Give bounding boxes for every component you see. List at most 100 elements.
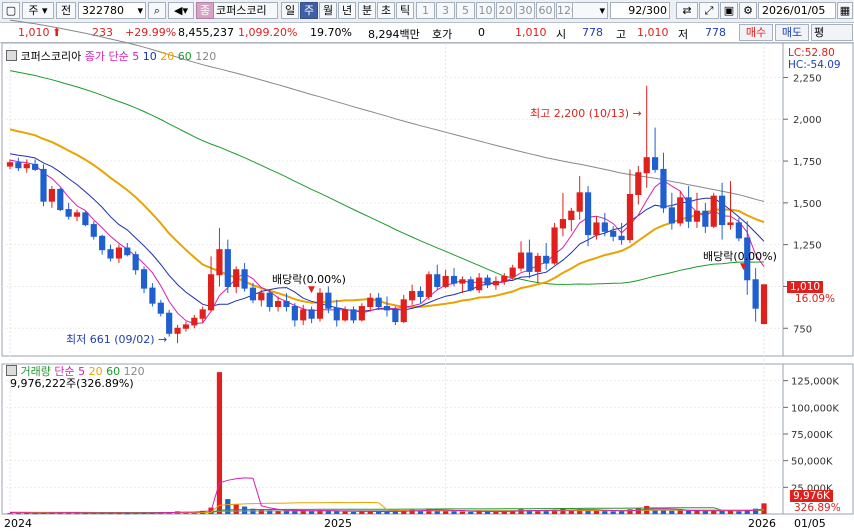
- candle-body: [333, 307, 340, 321]
- volume-bar: [660, 510, 667, 514]
- high-annotation-text: 최고 2,200 (10/13): [530, 107, 630, 120]
- volume-bar: [258, 509, 264, 514]
- price-pane-legend: 코퍼스코리아 종가 단순 5 10 20 60 120: [6, 48, 216, 64]
- candle-body: [325, 292, 332, 309]
- volume-bar: [451, 511, 457, 514]
- candle-body: [99, 235, 106, 251]
- candle: [710, 192, 717, 228]
- candle-body: [651, 157, 659, 170]
- x-label-2026: 2026: [748, 517, 776, 530]
- candle-body: [442, 275, 449, 287]
- candle: [40, 164, 47, 207]
- current-price-tag: 1,010: [787, 281, 824, 293]
- candle: [425, 271, 432, 300]
- candle-body: [300, 309, 307, 321]
- candle-body: [157, 302, 164, 314]
- volume-bar: [719, 510, 725, 514]
- volume-bar: [702, 511, 708, 514]
- candle-body: [140, 269, 148, 289]
- candle-body: [40, 168, 47, 202]
- candle-body: [207, 274, 215, 311]
- candle-body: [501, 275, 508, 282]
- candle-body: [149, 287, 156, 304]
- volume-bar: [342, 511, 348, 514]
- candle: [82, 211, 89, 227]
- candle-body: [450, 275, 458, 284]
- price-tick-label: 750: [793, 324, 812, 335]
- candle-body: [509, 267, 516, 277]
- volume-bar: [736, 511, 742, 514]
- x-label-2025: 2025: [324, 517, 352, 530]
- volume-bar: [543, 511, 549, 514]
- candle-body: [702, 210, 709, 227]
- volume-bar: [334, 511, 340, 514]
- candle-body: [132, 254, 139, 271]
- candle-body: [283, 301, 290, 308]
- candle-body: [291, 306, 298, 321]
- x-label-2024: 2024: [4, 517, 32, 530]
- volume-bar: [518, 509, 524, 514]
- volume-bar: [384, 511, 390, 514]
- volume-bar: [669, 510, 675, 514]
- candle-body: [459, 279, 466, 284]
- volume-bar: [241, 506, 248, 514]
- dividend-arrow-2: ▼: [740, 262, 747, 272]
- dividend-arrow-1: ▼: [308, 285, 315, 295]
- price-tick-label: 2,250: [793, 73, 822, 84]
- candle-body: [65, 209, 72, 217]
- candle-body: [350, 309, 357, 321]
- current-price-pct-tag: 16.09%: [795, 293, 836, 305]
- candle-body: [417, 290, 424, 297]
- candle-body: [23, 163, 30, 169]
- candle-body: [224, 249, 231, 287]
- volume-bar: [216, 372, 223, 514]
- volume-bar: [325, 511, 331, 514]
- candle-body: [534, 255, 541, 272]
- arrow-right-icon: →: [158, 333, 168, 346]
- candle-body: [693, 210, 701, 222]
- x-right-date: 01/05: [794, 517, 826, 530]
- candle-body: [191, 317, 198, 326]
- candle-body: [216, 249, 223, 276]
- volume-bar: [727, 510, 734, 514]
- candle-body: [543, 255, 550, 264]
- candle-body: [576, 192, 583, 212]
- volume-bar: [7, 513, 13, 515]
- candle-body: [584, 192, 592, 236]
- candle: [57, 187, 64, 212]
- ma-120-label: 120: [195, 50, 217, 63]
- candle-body: [559, 219, 567, 229]
- candle-body: [90, 224, 97, 237]
- low-annotation: 최저 661 (09/02) →: [66, 331, 167, 347]
- candle-body: [660, 168, 667, 209]
- candle-body: [6, 162, 14, 167]
- candle-body: [635, 172, 642, 195]
- candle-body: [626, 193, 634, 241]
- current-volume-tag: 9,976K: [790, 490, 833, 502]
- candle-body: [425, 274, 432, 297]
- candle-body: [610, 230, 617, 237]
- candle-body: [274, 301, 282, 308]
- ma-label: 종가 단순: [84, 50, 129, 63]
- hc-label: HC:-54.09: [788, 59, 841, 71]
- candle-body: [568, 210, 575, 221]
- candle-body: [124, 247, 131, 256]
- high-annotation: 최고 2,200 (10/13) →: [530, 105, 642, 121]
- candle-body: [409, 290, 416, 301]
- candle-body: [752, 279, 759, 309]
- candle-body: [593, 222, 600, 236]
- candle-body: [367, 297, 374, 308]
- candle-body: [710, 195, 717, 227]
- candle-body: [517, 252, 525, 269]
- candle-body: [467, 279, 474, 291]
- volume-bar: [560, 508, 566, 514]
- candle-body: [182, 324, 190, 329]
- volume-tick-label: 125,000K: [791, 377, 839, 388]
- candle-body: [526, 252, 533, 272]
- stock-chart[interactable]: 2,2502,0001,7501,5001,2501,000750125,000…: [0, 0, 854, 532]
- candle-body: [601, 222, 608, 232]
- candle: [316, 288, 324, 322]
- candle-body: [400, 299, 407, 323]
- candle-body: [727, 222, 734, 226]
- candle-body: [375, 297, 382, 308]
